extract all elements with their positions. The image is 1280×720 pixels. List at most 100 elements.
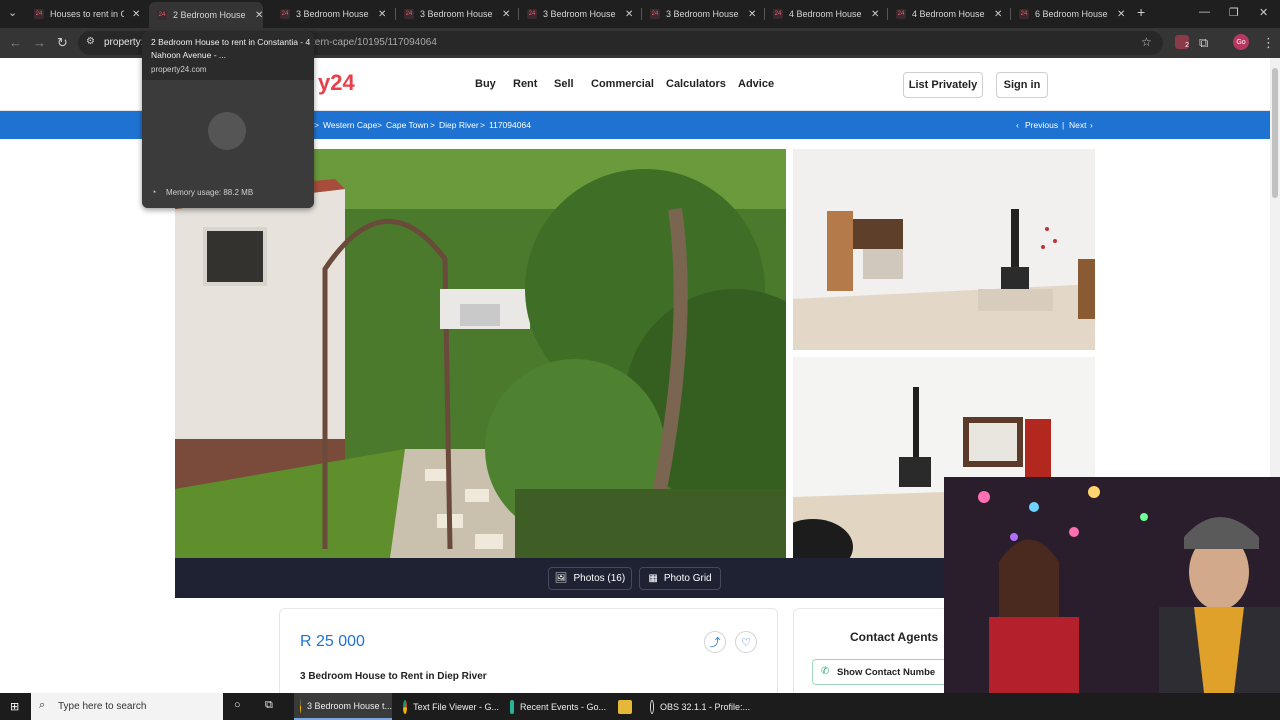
breadcrumb-divider: | — [1062, 120, 1065, 130]
tab-hover-title: 2 Bedroom House to rent in Constantia - … — [151, 37, 311, 60]
tab-hover-domain: property24.com — [151, 65, 207, 74]
breadcrumb-item[interactable]: Diep River — [439, 120, 479, 130]
restore-icon[interactable]: ❐ — [1229, 6, 1239, 19]
cortana-circle-icon[interactable]: ○ — [234, 699, 241, 711]
browser-tab[interactable]: 24 4 Bedroom House to ✕ — [888, 4, 1002, 24]
tab-search-chevron-icon[interactable]: ⌄ — [8, 6, 17, 19]
close-icon[interactable]: ✕ — [748, 9, 756, 20]
side-photo-living-room[interactable] — [793, 149, 1095, 350]
nav-sell[interactable]: Sell — [554, 78, 574, 90]
property24-favicon-icon: 24 — [773, 9, 783, 19]
task-view-icon[interactable]: ⧉ — [265, 699, 273, 712]
taskbar-app-obs[interactable]: OBS 32.1.1 - Profile:... — [644, 693, 750, 720]
browser-tab[interactable]: 24 3 Bedroom House to ✕ — [396, 4, 510, 24]
listing-title: 3 Bedroom House to Rent in Diep River — [300, 671, 487, 682]
new-tab-plus-icon[interactable]: + — [1137, 4, 1145, 20]
close-icon[interactable]: ✕ — [132, 9, 140, 20]
browser-tab[interactable]: 24 3 Bedroom House to ✕ — [642, 4, 756, 24]
taskbar-app-chrome[interactable]: Text File Viewer - G... — [397, 693, 499, 720]
sign-in-button[interactable]: Sign in — [996, 72, 1048, 98]
image-icon: 🖼 — [554, 573, 568, 584]
property24-favicon-icon: 24 — [280, 9, 290, 19]
breadcrumb-item-current: 117094064 — [489, 120, 531, 130]
memory-icon: ◔ — [151, 187, 157, 197]
browser-tab[interactable]: 24 3 Bedroom House to ✕ — [272, 4, 386, 24]
puzzle-icon[interactable]: ⧉ — [1199, 35, 1208, 51]
breadcrumb-separator: > — [314, 120, 319, 130]
next-link[interactable]: Next — [1069, 120, 1086, 130]
photos-button[interactable]: 🖼 Photos (16) — [548, 567, 632, 590]
browser-tab[interactable]: 24 4 Bedroom House to ✕ — [765, 4, 879, 24]
browser-tab-strip: ⌄ 24 Houses to rent in Cap ✕ 24 2 Bedroo… — [0, 0, 1280, 28]
obs-icon — [650, 699, 654, 714]
browser-tab[interactable]: 24 Houses to rent in Cap ✕ — [26, 4, 140, 24]
tune-icon[interactable]: ⚙ — [86, 36, 95, 47]
share-button[interactable]: ⤴ — [704, 631, 726, 653]
tab-hover-memory: Memory usage: 88.2 MB — [166, 188, 254, 197]
back-arrow-icon[interactable]: ← — [9, 35, 22, 50]
property24-favicon-icon: 24 — [34, 9, 44, 19]
close-icon[interactable]: ✕ — [625, 9, 633, 20]
property24-favicon-icon: 24 — [527, 9, 537, 19]
chrome-icon — [300, 698, 301, 713]
list-privately-button[interactable]: List Privately — [903, 72, 983, 98]
contact-title: Contact Agents — [850, 630, 939, 644]
profile-avatar[interactable]: Go — [1233, 34, 1249, 50]
nav-rent[interactable]: Rent — [513, 78, 537, 90]
nav-buy[interactable]: Buy — [475, 78, 496, 90]
garden-photo-illustration — [175, 149, 786, 558]
nav-commercial[interactable]: Commercial — [591, 78, 654, 90]
close-icon[interactable]: ✕ — [871, 9, 879, 20]
breadcrumb-item[interactable]: Cape Town — [386, 120, 428, 130]
close-icon[interactable]: ✕ — [994, 9, 1002, 20]
chevron-left-icon: ‹ — [1016, 120, 1019, 130]
reload-icon[interactable]: ↻ — [57, 35, 68, 51]
photo-grid-button[interactable]: ▦ Photo Grid — [639, 567, 721, 590]
close-icon[interactable]: ✕ — [378, 9, 386, 20]
browser-tab-active[interactable]: 24 2 Bedroom House to ✕ — [149, 2, 264, 28]
phone-icon: ✆ — [821, 666, 830, 677]
main-listing-photo[interactable] — [175, 149, 786, 558]
breadcrumb-separator: > — [377, 120, 382, 130]
taskbar-search[interactable]: ⌕ Type here to search — [31, 693, 223, 720]
windows-start-icon[interactable]: ⊞ — [10, 700, 19, 713]
breadcrumb-separator: > — [430, 120, 435, 130]
forward-arrow-icon[interactable]: → — [33, 35, 46, 50]
favourite-button[interactable]: ♡ — [735, 631, 757, 653]
breadcrumb-item[interactable]: Western Cape — [323, 120, 377, 130]
folder-icon — [618, 699, 632, 714]
close-icon[interactable]: ✕ — [1117, 9, 1125, 20]
listing-price: R 25 000 — [300, 633, 365, 650]
property24-favicon-icon: 24 — [1019, 9, 1029, 19]
previous-link[interactable]: Previous — [1025, 120, 1058, 130]
minimize-icon[interactable]: — — [1199, 6, 1210, 18]
site-logo[interactable]: y24 — [318, 70, 355, 96]
taskbar-app-chrome-active[interactable]: 3 Bedroom House t... — [294, 693, 392, 720]
nav-advice[interactable]: Advice — [738, 78, 774, 90]
close-icon[interactable]: ✕ — [502, 9, 510, 20]
webcam-overlay — [944, 477, 1280, 693]
listing-summary-card: R 25 000 3 Bedroom House to Rent in Diep… — [279, 608, 778, 698]
extension-badge[interactable]: 2 — [1175, 35, 1189, 49]
tab-hover-card: 2 Bedroom House to rent in Constantia - … — [142, 31, 314, 208]
heart-icon: ♡ — [741, 636, 751, 649]
property24-favicon-icon: 24 — [650, 9, 660, 19]
globe-icon — [208, 112, 246, 150]
star-icon[interactable]: ☆ — [1141, 35, 1152, 49]
windows-taskbar: ⊞ ⌕ Type here to search ○ ⧉ 3 Bedroom Ho… — [0, 693, 1280, 720]
kebab-menu-icon[interactable]: ⋮ — [1262, 35, 1275, 51]
chevron-right-icon: › — [1090, 120, 1093, 130]
share-icon: ⤴ — [709, 637, 721, 649]
taskbar-app-recent-events[interactable]: Recent Events - Go... — [504, 693, 606, 720]
grid-icon: ▦ — [648, 573, 658, 584]
property24-favicon-icon: 24 — [404, 9, 414, 19]
address-host: property: — [104, 37, 144, 48]
nav-calculators[interactable]: Calculators — [666, 78, 726, 90]
scroll-thumb[interactable] — [1272, 68, 1278, 198]
browser-tab[interactable]: 24 6 Bedroom House to ✕ — [1011, 4, 1125, 24]
taskbar-app-explorer[interactable] — [612, 693, 640, 720]
browser-tab[interactable]: 24 3 Bedroom House to ✕ — [519, 4, 633, 24]
close-icon[interactable]: ✕ — [255, 10, 263, 21]
property24-favicon-icon: 24 — [157, 10, 167, 20]
window-close-icon[interactable]: ✕ — [1259, 6, 1268, 19]
